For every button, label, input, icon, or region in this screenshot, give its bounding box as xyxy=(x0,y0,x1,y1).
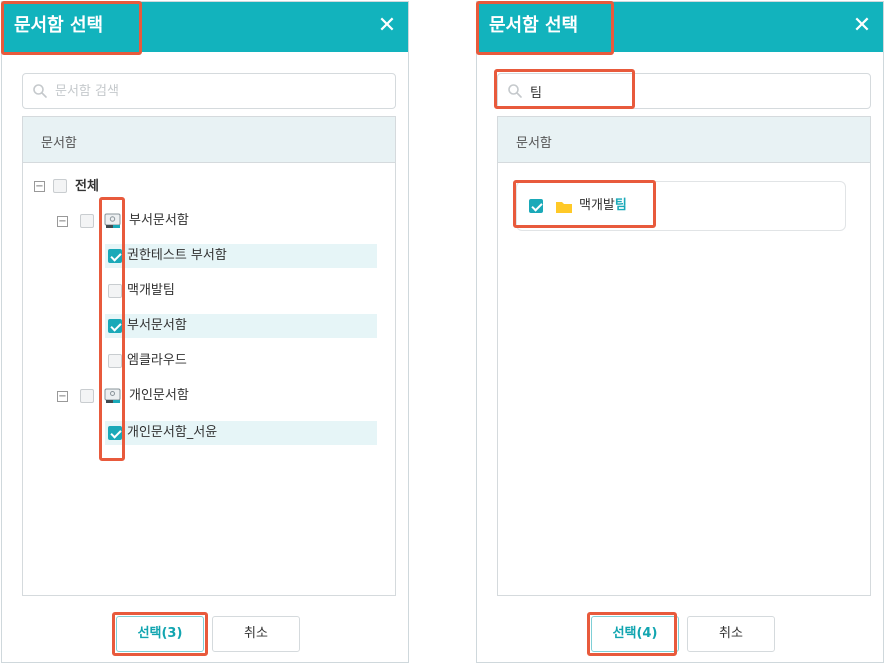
tree-root-row[interactable]: − 전체 xyxy=(31,175,231,199)
dialog-title: 문서함 선택 xyxy=(14,15,104,36)
personal-folder-icon xyxy=(104,388,121,403)
tree-root-label: 전체 xyxy=(75,179,99,194)
checkbox[interactable] xyxy=(529,199,543,213)
select-button[interactable]: 선택(3) xyxy=(116,616,204,652)
result-label-match: 팀 xyxy=(614,198,627,213)
collapse-toggle-icon[interactable]: − xyxy=(57,216,68,227)
result-label: 맥개발팀 xyxy=(579,197,627,215)
search-result-row[interactable]: 맥개발팀 xyxy=(516,181,846,231)
tree-item-label: 개인문서함_서윤 xyxy=(127,425,218,440)
search-icon xyxy=(508,84,522,98)
folder-tree-panel: 문서함 − 전체 − 부서문서함 권한테스트 부서함 맥개발팀 부서문서함 엠클… xyxy=(22,116,396,596)
close-icon[interactable]: ✕ xyxy=(849,13,875,39)
checkbox[interactable] xyxy=(80,389,94,403)
search-icon xyxy=(33,84,47,98)
tree-item-row[interactable]: 권한테스트 부서함 xyxy=(105,244,377,268)
dialog-header: 문서함 선택 ✕ xyxy=(2,2,408,52)
checkbox[interactable] xyxy=(53,179,67,193)
result-label-prefix: 맥개발 xyxy=(579,198,615,213)
department-folder-icon xyxy=(104,213,121,228)
panel-header: 문서함 xyxy=(23,117,395,163)
folder-search-results-panel: 문서함 맥개발팀 xyxy=(497,116,871,596)
checkbox[interactable] xyxy=(108,249,122,263)
search-box xyxy=(22,73,396,109)
collapse-toggle-icon[interactable]: − xyxy=(34,181,45,192)
collapse-toggle-icon[interactable]: − xyxy=(57,391,68,402)
tree-item-label: 권한테스트 부서함 xyxy=(127,248,227,263)
tree-item-row[interactable]: 엠클라우드 xyxy=(105,349,377,373)
tree-item-label: 부서문서함 xyxy=(127,318,187,333)
panel-title: 문서함 xyxy=(516,136,552,151)
search-input[interactable] xyxy=(55,78,385,104)
cancel-button[interactable]: 취소 xyxy=(687,616,775,652)
select-button[interactable]: 선택(4) xyxy=(591,616,679,652)
panel-header: 문서함 xyxy=(498,117,870,163)
tree-personal-group-label: 개인문서함 xyxy=(129,388,189,403)
checkbox[interactable] xyxy=(108,354,122,368)
tree-item-row[interactable]: 맥개발팀 xyxy=(105,279,377,303)
folder-icon xyxy=(556,202,572,213)
tree-item-label: 엠클라우드 xyxy=(127,353,187,368)
checkbox[interactable] xyxy=(108,426,122,440)
checkbox[interactable] xyxy=(80,214,94,228)
tree-item-row[interactable]: 부서문서함 xyxy=(105,314,377,338)
tree-dept-group-row[interactable]: − 부서문서함 xyxy=(53,209,273,233)
tree-item-row[interactable]: 개인문서함_서윤 xyxy=(105,421,377,445)
folder-select-dialog-right: 문서함 선택 ✕ 문서함 맥개발팀 선택(4) 취소 xyxy=(476,1,884,663)
search-input[interactable] xyxy=(530,78,860,104)
panel-title: 문서함 xyxy=(41,136,77,151)
tree-dept-group-label: 부서문서함 xyxy=(129,213,189,228)
dialog-header: 문서함 선택 ✕ xyxy=(477,2,883,52)
dialog-title: 문서함 선택 xyxy=(489,15,579,36)
checkbox[interactable] xyxy=(108,319,122,333)
tree-personal-group-row[interactable]: − 개인문서함 xyxy=(53,384,273,408)
tree-item-label: 맥개발팀 xyxy=(127,283,175,298)
checkbox[interactable] xyxy=(108,284,122,298)
folder-select-dialog-left: 문서함 선택 ✕ 문서함 − 전체 − 부서 xyxy=(1,1,409,663)
close-icon[interactable]: ✕ xyxy=(374,13,400,39)
search-box xyxy=(497,73,871,109)
cancel-button[interactable]: 취소 xyxy=(212,616,300,652)
